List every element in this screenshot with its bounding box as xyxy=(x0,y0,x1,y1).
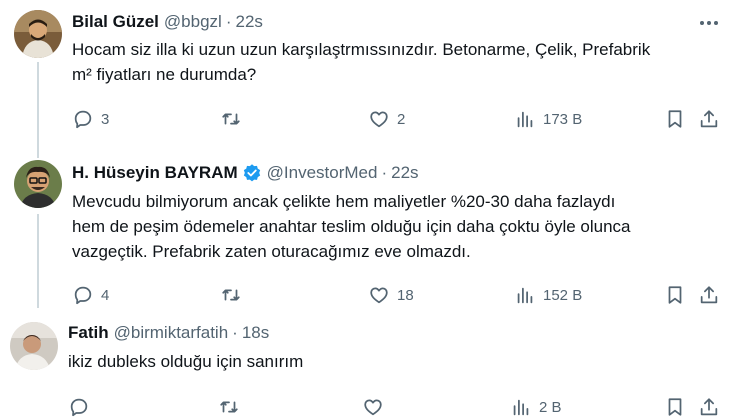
author-name[interactable]: H. Hüseyin BAYRAM xyxy=(72,162,238,184)
author-name[interactable]: Fatih xyxy=(68,322,109,344)
separator: · xyxy=(381,163,388,182)
views-icon xyxy=(517,287,533,304)
views-icon xyxy=(513,399,529,416)
reply-count: 4 xyxy=(101,286,110,304)
like-count: 18 xyxy=(397,286,414,304)
share-button[interactable] xyxy=(698,396,720,418)
author-handle[interactable]: @InvestorMed xyxy=(267,162,378,184)
views-count: 152 B xyxy=(543,286,583,304)
tweet-3[interactable]: Fatih @birmiktarfatih · 18s ikiz dubleks… xyxy=(0,312,730,420)
reply-icon xyxy=(74,110,92,129)
timestamp[interactable]: 22s xyxy=(236,11,263,33)
repost-icon xyxy=(220,401,238,413)
bookmark-button[interactable] xyxy=(664,284,686,306)
repost-button[interactable] xyxy=(220,108,249,130)
like-icon xyxy=(370,287,388,304)
bookmark-button[interactable] xyxy=(664,396,686,418)
tweet-2[interactable]: H. Hüseyin BAYRAM @InvestorMed · 22s Mev… xyxy=(0,150,730,310)
repost-icon xyxy=(222,113,240,125)
views-button[interactable]: 2 B xyxy=(510,396,562,418)
author-handle[interactable]: @bbgzl xyxy=(164,11,222,33)
like-icon xyxy=(370,111,388,128)
views-count: 2 B xyxy=(539,398,562,416)
like-button[interactable]: 18 xyxy=(368,284,414,306)
views-button[interactable]: 152 B xyxy=(514,284,582,306)
tweet-header: Fatih @birmiktarfatih · 18s xyxy=(68,322,269,344)
reply-count: 3 xyxy=(101,110,110,128)
tweet-header: H. Hüseyin BAYRAM @InvestorMed · 22s xyxy=(72,162,419,184)
tweet-text: Hocam siz illa ki uzun uzun karşılaştrmı… xyxy=(72,40,651,84)
timestamp[interactable]: 22s xyxy=(391,162,418,184)
bookmark-icon xyxy=(668,110,682,128)
like-icon xyxy=(364,399,382,416)
tweet-header: Bilal Güzel @bbgzl · 22s xyxy=(72,11,263,33)
avatar[interactable] xyxy=(14,10,62,58)
share-button[interactable] xyxy=(698,108,720,130)
avatar[interactable] xyxy=(14,160,62,208)
reply-icon xyxy=(70,398,88,417)
verified-badge-icon xyxy=(243,164,260,182)
like-count: 2 xyxy=(397,110,406,128)
share-icon xyxy=(700,398,718,416)
more-icon[interactable] xyxy=(698,13,720,33)
reply-button[interactable]: 3 xyxy=(72,108,109,130)
timestamp[interactable]: 18s xyxy=(242,322,269,344)
repost-button[interactable] xyxy=(218,396,247,418)
views-button[interactable]: 173 B xyxy=(514,108,582,130)
avatar[interactable] xyxy=(10,322,58,370)
share-button[interactable] xyxy=(698,284,720,306)
repost-button[interactable] xyxy=(220,284,249,306)
bookmark-button[interactable] xyxy=(664,108,686,130)
action-bar: 3 2 173 B xyxy=(72,108,722,130)
action-bar: 2 B xyxy=(68,396,718,418)
reply-button[interactable] xyxy=(68,396,97,418)
author-name[interactable]: Bilal Güzel xyxy=(72,11,159,33)
separator: · xyxy=(232,323,238,342)
repost-icon xyxy=(222,289,240,301)
bookmark-icon xyxy=(668,398,682,416)
share-icon xyxy=(700,286,718,304)
bookmark-icon xyxy=(668,286,682,304)
author-handle[interactable]: @birmiktarfatih xyxy=(114,322,229,344)
views-count: 173 B xyxy=(543,110,583,128)
tweet-text: Mevcudu bilmiyorum ancak çelikte hem mal… xyxy=(72,192,631,261)
like-button[interactable] xyxy=(362,396,391,418)
reply-button[interactable]: 4 xyxy=(72,284,109,306)
tweet-1[interactable]: Bilal Güzel @bbgzl · 22s Hocam siz illa … xyxy=(0,0,730,150)
action-bar: 4 18 152 B xyxy=(72,284,722,306)
share-icon xyxy=(700,110,718,128)
reply-icon xyxy=(74,286,92,305)
like-button[interactable]: 2 xyxy=(368,108,405,130)
views-icon xyxy=(517,111,533,128)
separator: · xyxy=(225,12,232,31)
tweet-text: ikiz dubleks olduğu için sanırım xyxy=(68,352,304,371)
